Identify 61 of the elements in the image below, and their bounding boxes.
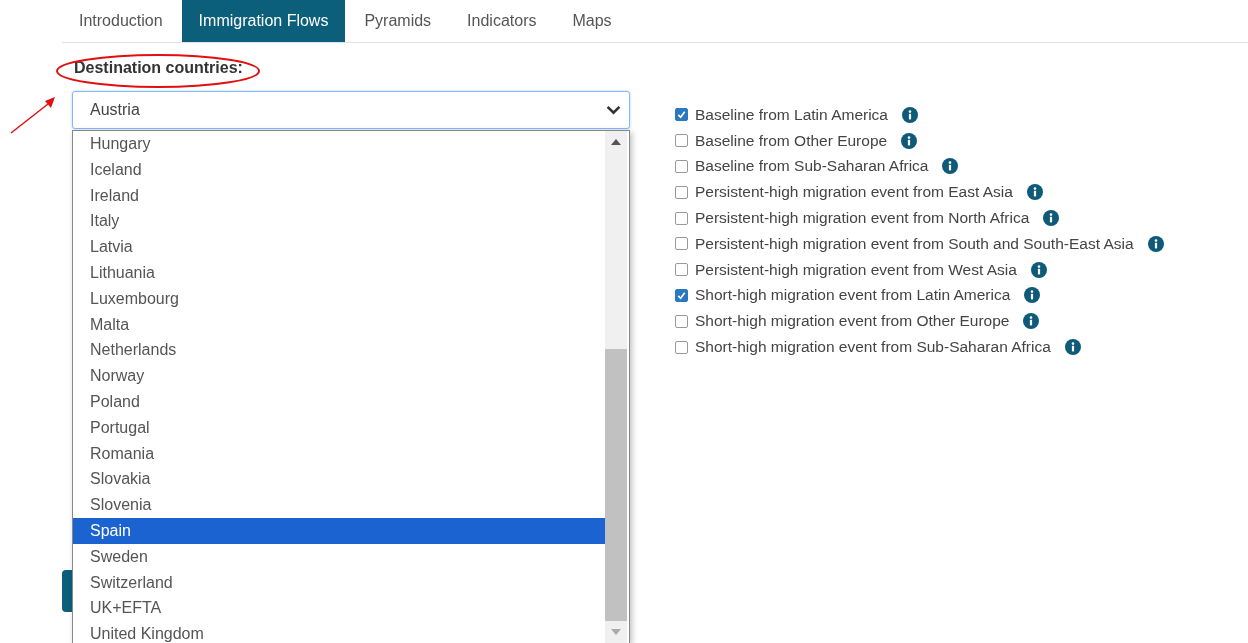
checkbox[interactable] <box>675 263 688 277</box>
dropdown-option[interactable]: Latvia <box>73 234 605 260</box>
checkbox-label[interactable]: Short-high migration event from Latin America <box>695 286 1011 305</box>
dropdown-option[interactable]: Iceland <box>73 156 605 183</box>
tab[interactable]: Immigration Flows <box>181 0 346 42</box>
scroll-up-arrow-icon[interactable] <box>611 139 621 145</box>
info-icon[interactable] <box>1030 261 1047 278</box>
dropdown-option[interactable]: Malta <box>73 311 605 338</box>
checkbox[interactable] <box>675 108 688 122</box>
dropdown-option[interactable]: Sweden <box>73 543 605 570</box>
tab[interactable]: Maps <box>555 0 629 42</box>
scrollbar-thumb[interactable] <box>605 349 627 621</box>
dropdown-option[interactable]: Luxembourg <box>73 285 605 312</box>
tab[interactable]: Introduction <box>62 0 180 42</box>
checkbox-label[interactable]: Baseline from Latin America <box>695 105 888 124</box>
checkbox[interactable] <box>675 160 688 173</box>
dropdown-option[interactable]: Hungary <box>73 131 605 157</box>
dropdown-option[interactable]: United Kingdom <box>73 621 605 643</box>
info-icon[interactable] <box>1026 184 1043 201</box>
country-select[interactable]: Austria <box>72 91 630 129</box>
checkbox[interactable] <box>675 211 688 225</box>
dropdown-option[interactable]: Slovakia <box>73 466 605 493</box>
checkbox-label[interactable]: Persistent-high migration event from West Asia <box>695 260 1017 279</box>
checkbox-label[interactable]: Baseline from Sub-Saharan Africa <box>695 157 929 176</box>
dropdown-option[interactable]: Portugal <box>73 414 605 441</box>
info-icon[interactable] <box>1024 287 1041 304</box>
dropdown-option[interactable]: Romania <box>73 440 605 467</box>
checkbox-label[interactable]: Persistent-high migration event from South and South-East Asia <box>695 234 1134 253</box>
checkbox[interactable] <box>675 134 688 148</box>
checkbox[interactable] <box>675 340 688 354</box>
info-icon[interactable] <box>901 132 918 149</box>
checkbox[interactable] <box>675 185 688 199</box>
dropdown-option[interactable]: UK+EFTA <box>73 595 605 622</box>
tab[interactable]: Indicators <box>450 0 554 42</box>
tab[interactable]: Pyramids <box>347 0 449 42</box>
dropdown-option[interactable]: Spain <box>73 517 605 544</box>
dropdown-option[interactable]: Ireland <box>73 182 605 209</box>
checkbox-label[interactable]: Baseline from Other Europe <box>695 131 888 150</box>
chevron-down-icon <box>606 105 621 115</box>
checkbox[interactable] <box>675 288 688 302</box>
field-label: Destination countries: <box>74 59 243 76</box>
dropdown-option[interactable]: Switzerland <box>73 569 605 596</box>
info-icon[interactable] <box>902 106 918 123</box>
checkbox[interactable] <box>675 314 688 328</box>
dropdown-option[interactable]: Slovenia <box>73 492 605 518</box>
checkbox-label[interactable]: Short-high migration event from Other Europe <box>695 312 1010 331</box>
checkbox-label[interactable]: Persistent-high migration event from East Asia <box>695 183 1013 202</box>
dropdown-option[interactable]: Italy <box>73 208 605 235</box>
dropdown-option[interactable]: Netherlands <box>73 337 605 364</box>
dropdown-option[interactable]: Poland <box>73 388 605 415</box>
checkbox-label[interactable]: Short-high migration event from Sub-Saharan Africa <box>695 338 1051 357</box>
info-icon[interactable] <box>1043 210 1060 227</box>
info-icon[interactable] <box>1147 235 1164 252</box>
info-icon[interactable] <box>1023 313 1040 330</box>
dropdown-option[interactable]: Norway <box>73 363 605 389</box>
info-icon[interactable] <box>942 158 959 175</box>
dropdown-option[interactable]: Lithuania <box>73 260 605 286</box>
checkbox-label[interactable]: Persistent-high migration event from North Africa <box>695 209 1030 228</box>
info-icon[interactable] <box>1064 339 1081 356</box>
checkbox[interactable] <box>675 237 688 251</box>
annotation-arrow <box>10 96 56 134</box>
